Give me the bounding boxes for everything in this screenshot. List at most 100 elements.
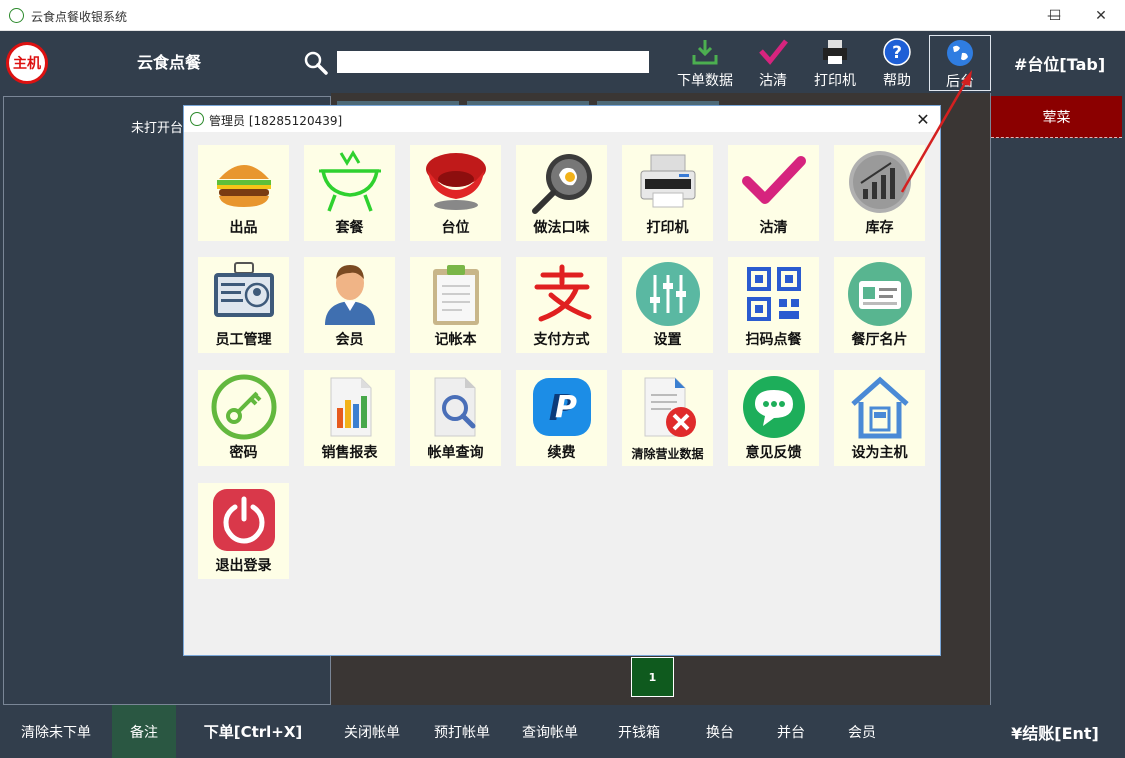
globe-icon <box>947 40 973 66</box>
tile-label: 套餐 <box>335 220 364 236</box>
admin-dialog: 管理员 [18285120439] ✕ 出品 套餐 台位 做法口味 打印机 沽清… <box>183 105 941 656</box>
tile-scan-order[interactable]: 扫码点餐 <box>728 257 819 353</box>
tile-label: 密码 <box>229 445 258 461</box>
category-item[interactable]: 荤菜 <box>991 96 1122 138</box>
change-table-button[interactable]: 换台 <box>690 705 750 758</box>
checkout-button[interactable]: ¥结账[Ent] <box>995 705 1115 758</box>
printer-icon <box>640 154 696 208</box>
maximize-icon: ☐ <box>1048 7 1062 24</box>
tile-sales-report[interactable]: 销售报表 <box>304 370 395 466</box>
tool-label: 后台 <box>946 74 974 90</box>
paypal-icon: P P <box>533 378 591 436</box>
tile-label: 会员 <box>335 332 364 348</box>
app-icon <box>190 112 204 126</box>
close-bill-button[interactable]: 关闭帐单 <box>330 705 414 758</box>
help-icon: ? <box>883 38 911 66</box>
tile-renew[interactable]: P P 续费 <box>516 370 607 466</box>
merge-table-button[interactable]: 并台 <box>761 705 821 758</box>
host-logo[interactable]: 主机 <box>6 42 48 84</box>
preprint-bill-button[interactable]: 预打帐单 <box>420 705 504 758</box>
maximize-button[interactable]: ☐ <box>1032 0 1078 31</box>
tile-settings[interactable]: 设置 <box>622 257 713 353</box>
tile-label: 清除营业数据 <box>631 447 704 461</box>
tile-set-host[interactable]: 设为主机 <box>834 370 925 466</box>
tile-staff[interactable]: 员工管理 <box>198 257 289 353</box>
window-title: 云食点餐收银系统 <box>31 10 128 24</box>
tile-label: 沽清 <box>759 220 788 236</box>
tile-label: 扫码点餐 <box>745 332 802 348</box>
tile-label: 台位 <box>441 220 470 236</box>
tile-label: 记帐本 <box>434 332 477 348</box>
key-icon <box>211 374 277 440</box>
frying-pan-icon <box>532 154 592 214</box>
close-icon: ✕ <box>916 109 930 129</box>
tool-label: 下单数据 <box>677 73 733 89</box>
business-card-icon <box>848 262 912 326</box>
query-bill-button[interactable]: 查询帐单 <box>508 705 592 758</box>
clear-unordered-button[interactable]: 清除未下单 <box>0 705 112 758</box>
house-icon <box>851 376 909 439</box>
tile-password[interactable]: 密码 <box>198 370 289 466</box>
tile-payment-methods[interactable]: 支付方式 <box>516 257 607 353</box>
top-header: 主机 云食点餐 下单数据 沽清 打印机 ? 帮助 后台 #台位[Tab] <box>0 31 1125 93</box>
dialog-close-button[interactable]: ✕ <box>912 108 934 130</box>
left-status: 未打开台 <box>131 121 184 136</box>
tile-label: 销售报表 <box>321 445 378 461</box>
tile-label: 员工管理 <box>215 332 272 348</box>
brand-name: 云食点餐 <box>137 53 202 72</box>
app-icon <box>9 8 24 23</box>
printer-icon <box>823 40 847 64</box>
close-icon: ✕ <box>1095 7 1107 24</box>
tile-tables[interactable]: 台位 <box>410 145 501 241</box>
open-cashbox-button[interactable]: 开钱箱 <box>603 705 675 758</box>
tile-set-meal[interactable]: 套餐 <box>304 145 395 241</box>
check-icon <box>742 156 806 204</box>
tile-label: 续费 <box>547 445 576 461</box>
member-button[interactable]: 会员 <box>832 705 892 758</box>
svg-text:?: ? <box>892 43 902 63</box>
tile-label: 帐单查询 <box>427 445 484 461</box>
tool-order-data[interactable]: 下单数据 <box>674 35 736 91</box>
tile-clear-business-data[interactable]: 清除营业数据 <box>622 370 713 466</box>
burger-icon <box>217 165 271 207</box>
tile-inventory[interactable]: 库存 <box>834 145 925 241</box>
tool-backend[interactable]: 后台 <box>929 35 991 91</box>
table-tab-label[interactable]: #台位[Tab] <box>1014 51 1105 75</box>
sofa-icon <box>426 153 486 210</box>
tile-feedback[interactable]: 意见反馈 <box>728 370 819 466</box>
note-button[interactable]: 备注 <box>112 705 176 758</box>
tool-help[interactable]: ? 帮助 <box>866 35 928 91</box>
clipboard-icon <box>433 265 479 325</box>
tile-label: 退出登录 <box>215 558 272 574</box>
tile-sold-out[interactable]: 沽清 <box>728 145 819 241</box>
tile-label: 设置 <box>653 332 682 348</box>
search-input[interactable] <box>337 51 649 73</box>
tile-label: 意见反馈 <box>745 445 802 461</box>
tool-sold-out[interactable]: 沽清 <box>742 35 804 91</box>
tile-label: 支付方式 <box>533 332 590 348</box>
tile-restaurant-card[interactable]: 餐厅名片 <box>834 257 925 353</box>
tile-ledger[interactable]: 记帐本 <box>410 257 501 353</box>
dialog-titlebar: 管理员 [18285120439] ✕ <box>184 106 940 132</box>
alipay-icon <box>534 264 592 322</box>
place-order-button[interactable]: 下单[Ctrl+X] <box>190 705 316 758</box>
person-icon <box>325 265 375 325</box>
category-panel <box>990 93 1125 705</box>
logo-text: 主机 <box>13 56 41 72</box>
bottom-action-bar: 清除未下单 备注 下单[Ctrl+X] 关闭帐单 预打帐单 查询帐单 开钱箱 换… <box>0 705 1125 758</box>
tile-bill-query[interactable]: 帐单查询 <box>410 370 501 466</box>
tile-products[interactable]: 出品 <box>198 145 289 241</box>
document-search-icon <box>434 377 476 437</box>
search-icon[interactable] <box>303 50 329 76</box>
page-number-button[interactable]: 1 <box>631 657 674 697</box>
tile-printer[interactable]: 打印机 <box>622 145 713 241</box>
tile-member[interactable]: 会员 <box>304 257 395 353</box>
tile-cooking-taste[interactable]: 做法口味 <box>516 145 607 241</box>
tool-printer[interactable]: 打印机 <box>804 35 866 91</box>
tile-label: 出品 <box>229 220 258 236</box>
tile-logout[interactable]: 退出登录 <box>198 483 289 579</box>
close-button[interactable]: ✕ <box>1078 0 1124 31</box>
tool-label: 帮助 <box>883 73 911 89</box>
chat-icon <box>743 376 805 438</box>
tile-label: 做法口味 <box>533 220 590 236</box>
